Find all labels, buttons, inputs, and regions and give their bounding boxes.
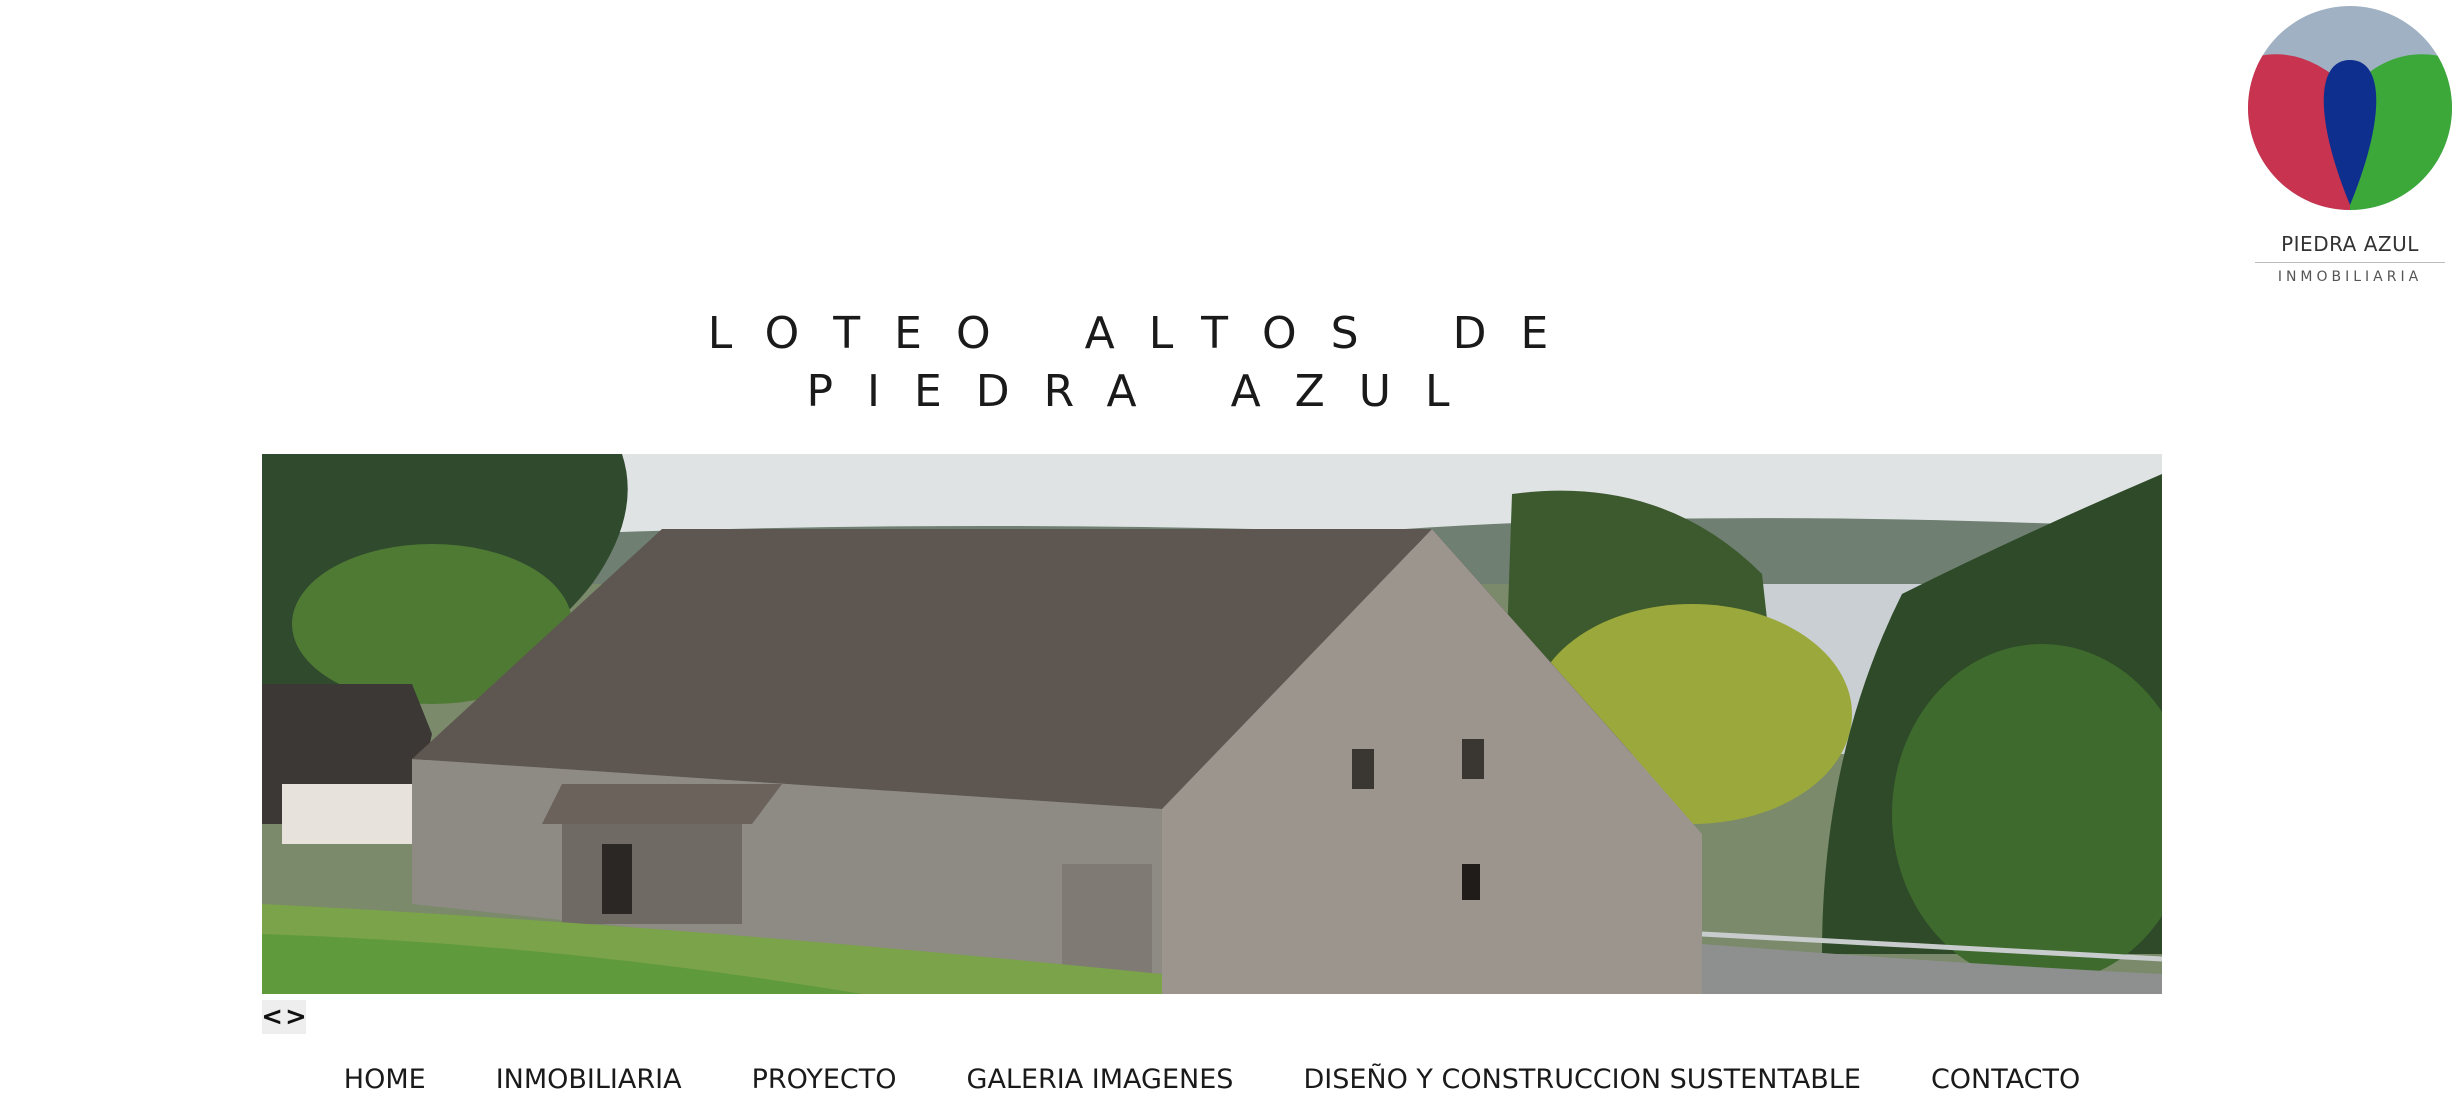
main-nav: HOME INMOBILIARIA PROYECTO GALERIA IMAGE… bbox=[262, 1064, 2162, 1095]
brand-divider bbox=[2255, 262, 2445, 263]
slider-next-button[interactable]: > bbox=[285, 1004, 307, 1030]
title-word: AZUL bbox=[1230, 366, 1484, 417]
nav-item-inmobiliaria[interactable]: INMOBILIARIA bbox=[461, 1064, 717, 1095]
title-word: ALTOS bbox=[1084, 308, 1393, 359]
brand-logo[interactable]: PIEDRA AZUL INMOBILIARIA bbox=[2240, 0, 2460, 300]
brand-name: PIEDRA AZUL bbox=[2281, 232, 2419, 256]
title-word: DE bbox=[1452, 308, 1583, 359]
page-title: LOTEO ALTOS DE PIEDRA AZUL bbox=[560, 305, 1730, 421]
nav-item-diseno-construccion[interactable]: DISEÑO Y CONSTRUCCION SUSTENTABLE bbox=[1268, 1064, 1896, 1095]
nav-item-proyecto[interactable]: PROYECTO bbox=[717, 1064, 932, 1095]
nav-item-contacto[interactable]: CONTACTO bbox=[1896, 1064, 2115, 1095]
brand-subtitle: INMOBILIARIA bbox=[2277, 269, 2423, 285]
slider-prev-button[interactable]: < bbox=[261, 1004, 283, 1030]
slider-controls: < > bbox=[261, 1000, 307, 1034]
image-slider[interactable] bbox=[262, 454, 2162, 994]
balloon-logo-icon bbox=[2248, 6, 2452, 210]
nav-item-home[interactable]: HOME bbox=[309, 1064, 461, 1095]
title-word: LOTEO bbox=[707, 308, 1025, 359]
nav-item-galeria-imagenes[interactable]: GALERIA IMAGENES bbox=[932, 1064, 1269, 1095]
barn-landscape-photo bbox=[262, 454, 2162, 994]
page: PIEDRA AZUL INMOBILIARIA LOTEO ALTOS DE PI… bbox=[0, 0, 2464, 1110]
title-word: PIEDRA bbox=[806, 366, 1171, 417]
